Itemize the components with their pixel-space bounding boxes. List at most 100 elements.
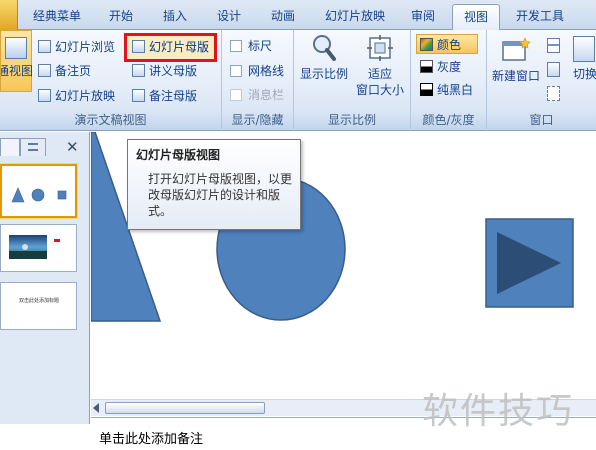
pure-black-white-label: 纯黑白 [437,83,474,97]
slide-sorter-icon [38,40,51,53]
ruler-check-icon [230,40,242,52]
tab-slide-show[interactable]: 幻灯片放映 [314,7,396,29]
new-window-label: 新建窗口 [491,69,540,83]
ruler-label: 标尺 [248,39,273,53]
slide-thumbnail-2[interactable] [0,224,77,272]
slides-tab[interactable] [0,138,20,156]
slides-panel: ✕ 双击此处添加标题 [0,132,90,424]
slide-master-button-highlighted[interactable]: 幻灯片母版 [132,37,209,57]
group-label-presentation-views: 演示文稿视图 [0,112,221,130]
color-button[interactable]: 颜色 [416,34,478,54]
cascade-icon[interactable] [547,62,560,77]
slide-thumbnail-1[interactable] [0,164,77,218]
color-icon [420,38,433,51]
handout-master-button[interactable]: 讲义母版 [132,61,197,81]
ruler-checkbox[interactable]: 标尺 [230,36,272,56]
new-window-button[interactable]: 新建窗口 [489,36,543,84]
close-icon[interactable]: ✕ [66,139,79,155]
office-button[interactable] [0,0,18,30]
notes-master-icon [132,89,145,102]
ribbon: 普通视图 幻灯片浏览 备注页 幻灯片放映 幻灯片母版 讲义母版 备注母版 演示文… [0,30,596,131]
group-zoom: 显示比例 适应 窗口大小 显示比例 [294,30,411,131]
tab-classic-menu[interactable]: 经典菜单 [22,7,92,29]
thumb-circle-shape [31,188,45,202]
watermark-text: 软件技巧 [422,391,575,432]
notes-master-button[interactable]: 备注母版 [132,86,197,106]
zoom-label: 显示比例 [299,67,348,81]
fit-to-window-button[interactable]: 适应 窗口大小 [352,34,408,98]
switch-window-button[interactable]: 切换 [573,36,596,82]
slide-master-tooltip: 幻灯片母版视图 打开幻灯片母版视图，以更改母版幻灯片的设计和版式。 [127,139,301,230]
tab-design[interactable]: 设计 [204,7,254,29]
outline-icon [28,143,38,151]
thumb-photo-shore [9,251,47,259]
tab-insert[interactable]: 插入 [150,7,200,29]
normal-view-label: 普通视图 [1,64,33,78]
color-label: 颜色 [437,38,462,52]
magnifier-icon [313,35,336,61]
slide-master-highlight-icon [132,40,145,53]
ribbon-tab-bar: 经典菜单 开始 插入 设计 动画 幻灯片放映 审阅 视图 开发工具 [0,0,596,31]
tab-view[interactable]: 视图 [452,4,500,31]
zoom-button[interactable]: 显示比例 [298,34,350,82]
group-label-window: 窗口 [487,112,596,130]
notes-placeholder: 单击此处添加备注 [99,432,204,447]
handout-master-label: 讲义母版 [149,64,198,78]
grayscale-label: 灰度 [437,60,462,74]
tooltip-body: 打开幻灯片母版视图，以更改母版幻灯片的设计和版式。 [148,172,293,218]
message-bar-checkbox[interactable]: 消息栏 [230,85,284,105]
group-window: 新建窗口 切换 窗口 [487,30,596,131]
group-label-zoom: 显示比例 [294,112,410,130]
slide-1-preview [11,187,67,203]
gridlines-check-icon [230,65,242,77]
slide-show-button[interactable]: 幻灯片放映 [38,86,115,106]
slide-thumbnail-3[interactable]: 双击此处添加标题 [0,282,77,330]
slide-sorter-label: 幻灯片浏览 [55,40,116,54]
panel-tabs: ✕ [0,136,90,158]
thumb-triangle-shape [11,187,25,203]
scrollbar-thumb[interactable] [105,402,265,414]
handout-master-icon [132,64,145,77]
tab-home[interactable]: 开始 [96,7,146,29]
tab-animations[interactable]: 动画 [258,7,308,29]
notes-master-label: 备注母版 [149,89,198,103]
message-bar-check-icon [230,89,242,101]
grayscale-icon [420,60,433,73]
slide-sorter-button[interactable]: 幻灯片浏览 [38,37,115,57]
fit-label-line1: 适应 [367,67,392,81]
grayscale-button[interactable]: 灰度 [420,57,461,77]
fit-label-line2: 窗口大小 [355,83,404,97]
tab-review[interactable]: 审阅 [400,7,446,29]
group-show-hide: 标尺 网格线 消息栏 显示/隐藏 [222,30,294,131]
slide-show-icon [38,89,51,102]
slide-2-preview [9,235,60,259]
black-white-icon [420,83,433,96]
message-bar-label: 消息栏 [248,88,285,102]
thumb-square-shape [57,190,67,200]
pure-black-white-button[interactable]: 纯黑白 [420,80,473,100]
slide-master-highlight-label: 幻灯片母版 [149,40,210,54]
thumb-3-title: 双击此处添加标题 [19,298,60,304]
thumb-photo-highlight [22,244,28,250]
tooltip-title: 幻灯片母版视图 [136,148,221,162]
notes-page-label: 备注页 [55,64,92,78]
group-color-grayscale: 颜色 灰度 纯黑白 颜色/灰度 [411,30,487,131]
notes-page-button[interactable]: 备注页 [38,61,91,81]
normal-view-button[interactable]: 普通视图 [0,30,33,92]
move-split-icon[interactable] [547,86,560,101]
gridlines-checkbox[interactable]: 网格线 [230,61,284,81]
switch-window-label: 切换 [573,67,596,81]
new-window-icon [502,37,531,61]
outline-tab[interactable] [20,138,46,156]
switch-window-icon [573,36,595,62]
normal-view-icon [5,37,27,59]
fit-window-icon [367,35,393,61]
group-label-color: 颜色/灰度 [411,112,486,130]
gridlines-label: 网格线 [248,64,285,78]
group-label-show-hide: 显示/隐藏 [222,112,293,130]
scroll-left-arrow-icon[interactable] [93,403,99,413]
tab-developer[interactable]: 开发工具 [506,7,574,29]
slide-show-label: 幻灯片放映 [55,89,116,103]
arrange-all-icon[interactable] [547,38,560,53]
thumb-red-mark [54,239,60,242]
